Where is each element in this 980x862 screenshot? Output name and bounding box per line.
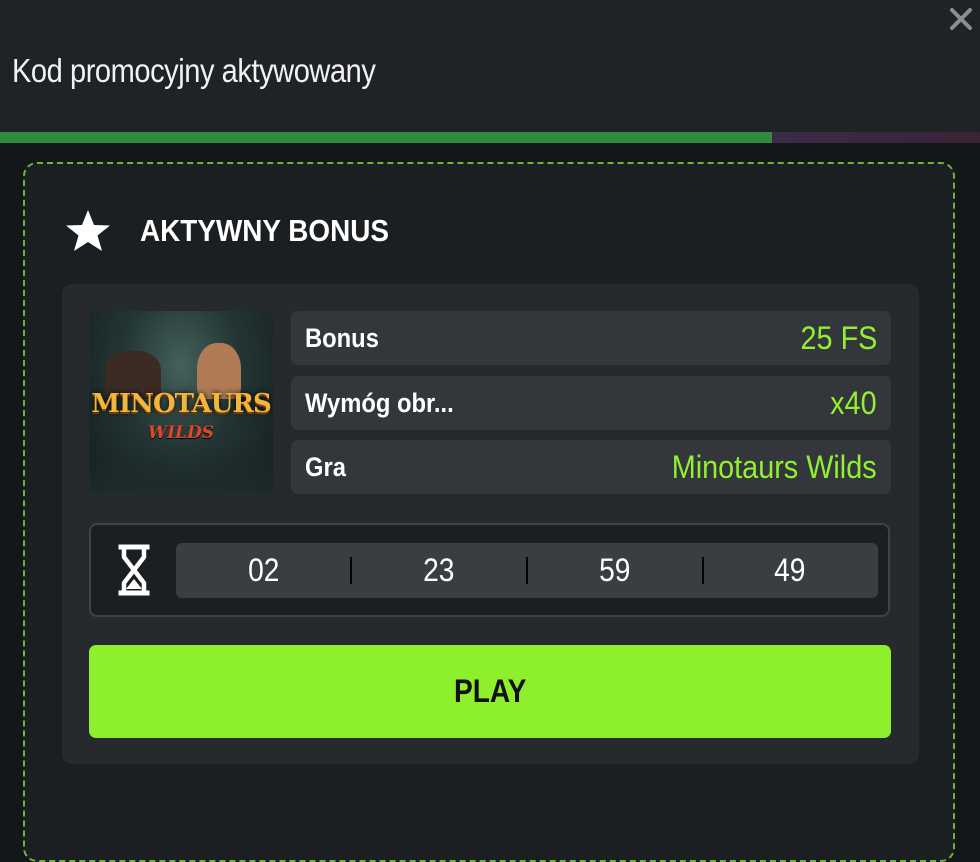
- info-row-bonus: Bonus 25 FS: [291, 311, 891, 365]
- timer-seconds: 49: [774, 552, 806, 588]
- progress-fill: [0, 132, 773, 143]
- info-row-game: Gra Minotaurs Wilds: [291, 440, 891, 494]
- timer-separator: [526, 557, 528, 584]
- timer-minutes: 59: [599, 552, 631, 588]
- play-button[interactable]: PLAY: [89, 645, 891, 738]
- star-icon: [66, 210, 110, 251]
- bonus-title: AKTYWNY BONUS: [140, 213, 390, 248]
- play-button-label: PLAY: [453, 673, 527, 709]
- info-row-wagering: Wymóg obr... x40: [291, 376, 891, 430]
- hourglass-icon: [118, 544, 150, 596]
- progress-bar: [0, 132, 980, 143]
- info-value: Minotaurs Wilds: [672, 448, 877, 485]
- info-value: 25 FS: [800, 319, 877, 356]
- timer-days: 02: [248, 552, 280, 588]
- game-logo-text: MINOTAURS: [91, 389, 272, 419]
- close-icon: [950, 8, 972, 30]
- timer-hours: 23: [423, 552, 455, 588]
- close-button[interactable]: [944, 2, 978, 36]
- thumbnail-ground: [89, 446, 273, 494]
- info-label: Gra: [305, 451, 346, 482]
- info-label: Bonus: [305, 322, 379, 353]
- info-label: Wymóg obr...: [305, 387, 454, 418]
- timer-separator: [702, 557, 704, 584]
- info-value: x40: [830, 384, 877, 421]
- game-thumbnail[interactable]: MINOTAURS WILDS: [89, 311, 273, 494]
- modal-title: Kod promocyjny aktywowany: [12, 52, 376, 89]
- countdown-timer: 02 23 59 49: [176, 543, 878, 598]
- bonus-header: AKTYWNY BONUS: [64, 204, 417, 258]
- modal-header: Kod promocyjny aktywowany: [0, 0, 980, 132]
- game-logo-subtext: WILDS: [147, 423, 215, 443]
- timer-separator: [350, 557, 352, 584]
